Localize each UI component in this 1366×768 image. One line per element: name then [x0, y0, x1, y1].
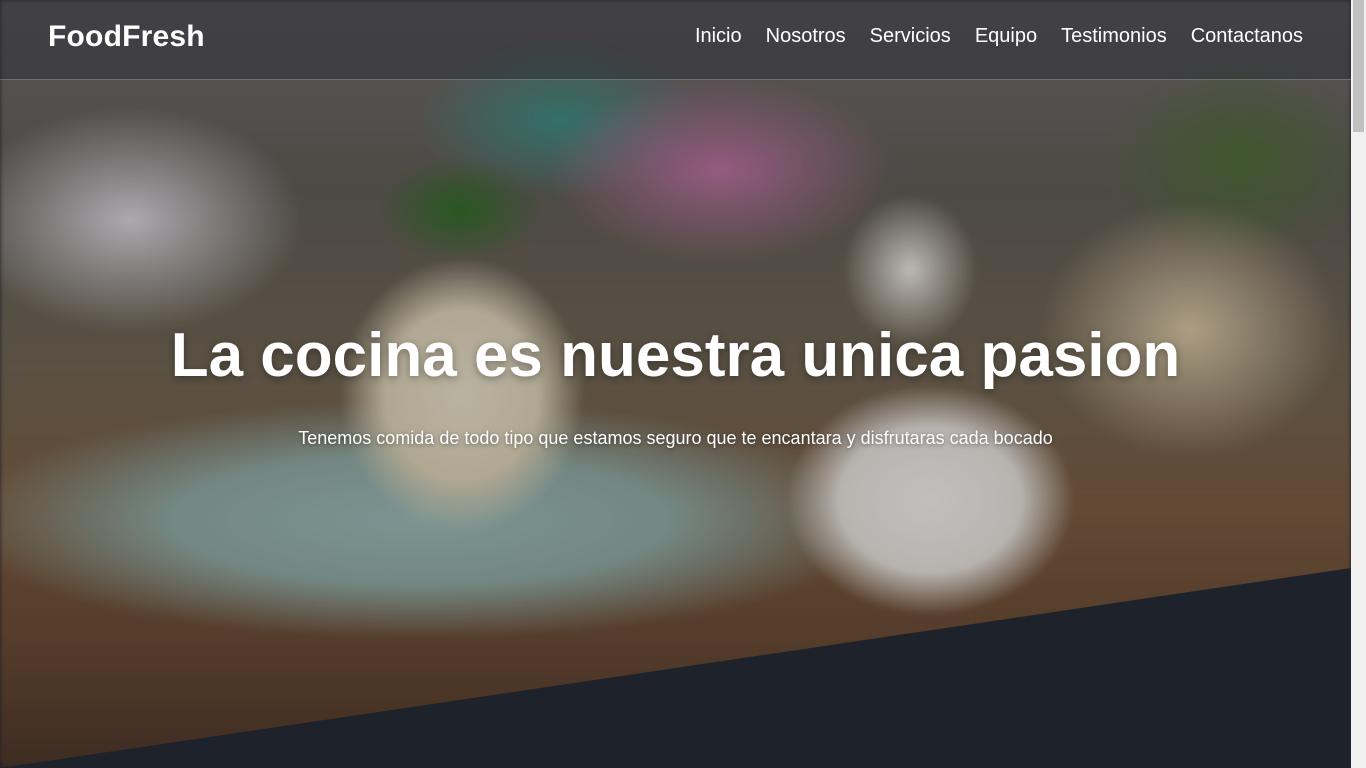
- nav-link-contactanos[interactable]: Contactanos: [1191, 25, 1303, 47]
- nav-item-inicio: Inicio: [695, 25, 742, 48]
- nav-item-nosotros: Nosotros: [766, 25, 846, 48]
- nav-link-nosotros[interactable]: Nosotros: [766, 25, 846, 47]
- nav-item-contactanos: Contactanos: [1191, 25, 1303, 48]
- nav-item-equipo: Equipo: [975, 25, 1037, 48]
- nav-link-testimonios[interactable]: Testimonios: [1061, 25, 1167, 47]
- nav-menu: Inicio Nosotros Servicios Equipo Testimo…: [695, 25, 1303, 48]
- nav-item-servicios: Servicios: [870, 25, 951, 48]
- page: La cocina es nuestra unica pasion Tenemo…: [0, 0, 1351, 768]
- nav-link-inicio[interactable]: Inicio: [695, 25, 742, 47]
- navbar: FoodFresh Inicio Nosotros Servicios Equi…: [0, 0, 1351, 80]
- hero-diagonal-divider: [0, 568, 1351, 768]
- nav-link-equipo[interactable]: Equipo: [975, 25, 1037, 47]
- brand-logo[interactable]: FoodFresh: [48, 20, 205, 54]
- nav-link-servicios[interactable]: Servicios: [870, 25, 951, 47]
- scrollbar-thumb[interactable]: [1353, 0, 1364, 132]
- nav-item-testimonios: Testimonios: [1061, 25, 1167, 48]
